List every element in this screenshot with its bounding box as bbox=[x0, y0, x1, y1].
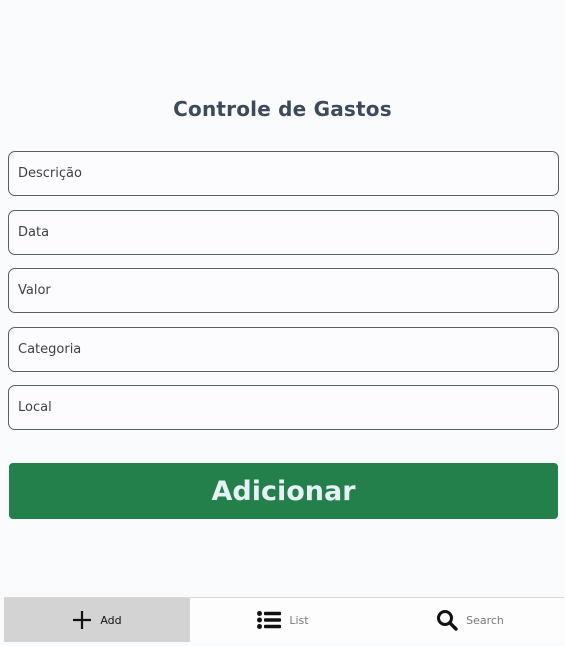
description-field[interactable] bbox=[8, 151, 559, 196]
search-icon bbox=[436, 609, 458, 631]
location-field[interactable] bbox=[8, 385, 559, 430]
category-field[interactable] bbox=[8, 327, 559, 372]
add-expense-button[interactable]: Adicionar bbox=[9, 463, 558, 519]
tab-add-label: Add bbox=[100, 613, 122, 627]
plus-icon bbox=[72, 610, 92, 630]
app-screen: Controle de Gastos Adicionar Add bbox=[0, 0, 565, 646]
page-title: Controle de Gastos bbox=[173, 97, 392, 121]
tab-list-label: List bbox=[289, 613, 309, 627]
tab-search[interactable]: Search bbox=[376, 598, 564, 642]
date-field[interactable] bbox=[8, 210, 559, 255]
tab-add[interactable]: Add bbox=[4, 598, 190, 642]
tab-search-label: Search bbox=[466, 613, 504, 627]
bottom-tab-bar: Add List Search bbox=[4, 597, 564, 642]
list-icon bbox=[257, 611, 282, 629]
value-field[interactable] bbox=[8, 268, 559, 313]
tab-list[interactable]: List bbox=[190, 598, 376, 642]
